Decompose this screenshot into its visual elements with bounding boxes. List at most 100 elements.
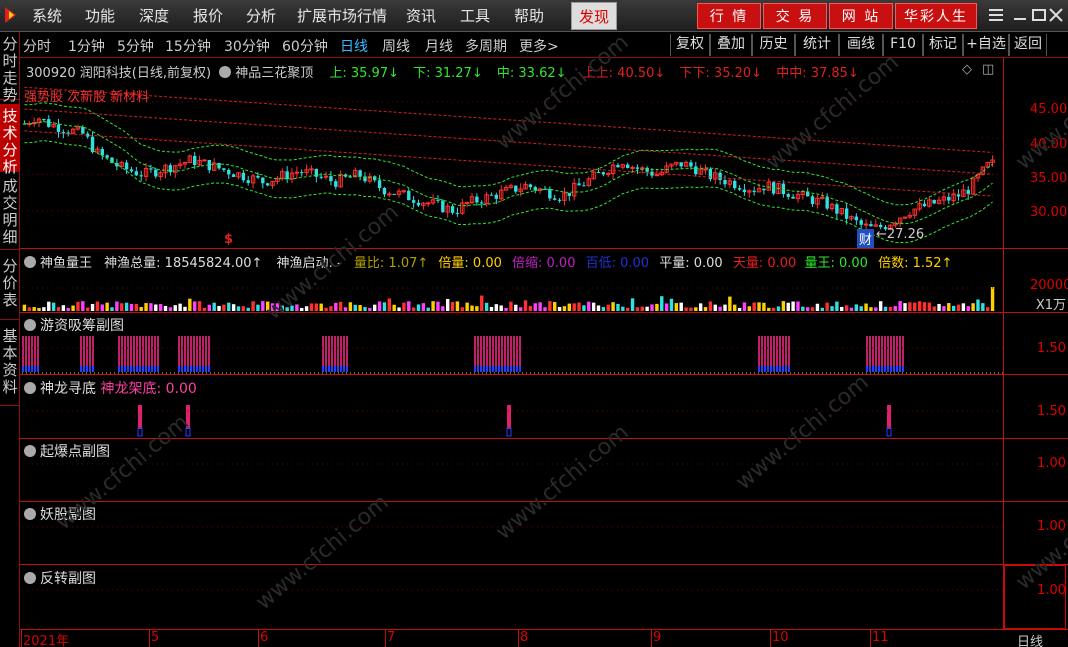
youzi-base-bar (208, 366, 210, 372)
volume-bar (830, 306, 834, 311)
volume-bar (61, 305, 66, 311)
volume-panel-header: 神鱼量王 神渔总量: 18545824.00↑ 神渔启动: - 量比: 1.07… (24, 252, 952, 271)
candle-body (762, 188, 766, 191)
volume-bar (587, 301, 591, 311)
volume-bar (533, 303, 537, 311)
volume-bar (737, 307, 742, 311)
subpanel-dropdown-icon[interactable] (24, 319, 36, 331)
volume-bar (805, 307, 810, 311)
subpanel-title[interactable]: 游资吸筹副图 (40, 318, 124, 334)
volume-bar (110, 307, 114, 311)
volume-bar (95, 301, 100, 311)
youzi-base-bar (157, 366, 159, 372)
candle-body (859, 220, 863, 225)
lowest-price-label: ←27.26 (876, 227, 925, 242)
volume-bar (762, 302, 766, 311)
candle-body (387, 193, 392, 196)
youzi-base-bar (136, 366, 138, 372)
volume-bar (820, 307, 824, 311)
volume-bar (523, 300, 528, 311)
candle-body (582, 185, 586, 187)
subpanel-dropdown-icon[interactable] (24, 445, 36, 457)
candle-body (436, 199, 440, 201)
candle-body (601, 172, 606, 175)
youzi-base-bar (758, 366, 760, 372)
panel-toggle-icon[interactable]: ◫ (982, 62, 994, 77)
youzi-base-bar (899, 366, 901, 372)
date-tick (258, 630, 259, 647)
subpanel-dropdown-icon[interactable] (24, 508, 36, 520)
youzi-base-bar (334, 366, 336, 372)
youzi-base-bar (869, 366, 871, 372)
volume-bar (947, 303, 951, 311)
volume-bar (796, 301, 800, 311)
panel-divider (20, 312, 1068, 313)
youzi-base-bar (178, 366, 180, 372)
candle-body (737, 188, 742, 190)
volume-bar (197, 301, 202, 311)
youzi-base-bar (489, 366, 491, 372)
youzi-base-bar (498, 366, 500, 372)
volume-bar (120, 303, 124, 311)
youzi-base-bar (507, 366, 509, 372)
candle-body (154, 169, 158, 177)
volume-bar (791, 301, 795, 311)
volume-bar (874, 307, 878, 311)
volume-bar (840, 306, 844, 311)
volume-bar (674, 303, 679, 311)
indicator-name[interactable]: 神品三花聚顶 (235, 66, 313, 81)
youzi-base-bar (773, 366, 775, 372)
volume-title[interactable]: 神鱼量王 (40, 256, 92, 271)
volume-bar (694, 307, 698, 311)
youzi-base-bar (322, 366, 324, 372)
candle-body (752, 190, 756, 192)
subpanel-title[interactable]: 神龙寻底 (40, 381, 96, 397)
youzi-base-bar (80, 366, 82, 372)
volume-bar (733, 304, 737, 311)
shenlong-base-bar (137, 427, 143, 437)
volume-bar (373, 304, 377, 311)
indicator-dropdown-icon[interactable] (219, 66, 232, 78)
date-label: 10 (772, 630, 789, 645)
band-mid: 中: 33.62↓ (496, 66, 567, 81)
volume-bar (956, 304, 961, 311)
subpanel-shenlong-title: 神龙寻底 神龙架底: 0.00 (24, 378, 197, 398)
youzi-base-bar (896, 366, 898, 372)
candle-body (105, 155, 109, 158)
stock-name: 润阳科技(日线,前复权) (79, 66, 212, 81)
volume-ratio: 量比: 1.07↑ (353, 256, 429, 271)
subpanel-dropdown-icon[interactable] (24, 572, 36, 584)
volume-bar (849, 307, 854, 311)
subpanel-title[interactable]: 起爆点副图 (40, 444, 110, 460)
chart-settings-icon[interactable]: ◇ (962, 62, 972, 77)
finance-badge[interactable]: 财 (857, 229, 875, 248)
youzi-base-bar (37, 366, 39, 372)
volume-bar (757, 302, 761, 311)
candle-body (791, 196, 795, 199)
youzi-base-bar (902, 366, 904, 372)
subpanel-y-label: 1.50 (1037, 341, 1066, 356)
volume-dropdown-icon[interactable] (24, 256, 36, 268)
subpanel-dropdown-icon[interactable] (24, 382, 36, 394)
youzi-base-bar (875, 366, 877, 372)
date-label: 7 (387, 630, 396, 645)
candle-body (489, 194, 494, 196)
candle-body (401, 190, 407, 193)
candle-body (956, 194, 961, 197)
youzi-base-bar (495, 366, 497, 372)
volume-bar (343, 307, 348, 311)
youzi-base-bar (788, 366, 790, 372)
youzi-base-bar (881, 366, 883, 372)
candle-body (679, 162, 683, 167)
youzi-base-bar (866, 366, 868, 372)
volume-bar (567, 303, 572, 311)
date-tick (770, 630, 771, 647)
subpanel-y-label: 1.00 (1037, 456, 1066, 471)
subpanel-title[interactable]: 反转副图 (40, 571, 96, 587)
volume-bar (27, 307, 32, 311)
youzi-base-bar (761, 366, 763, 372)
candle-body (323, 175, 329, 178)
volume-multi: 倍量: 0.00 (438, 256, 502, 271)
period-indicator[interactable]: 日线 (1017, 631, 1043, 647)
volume-bar (475, 306, 479, 311)
